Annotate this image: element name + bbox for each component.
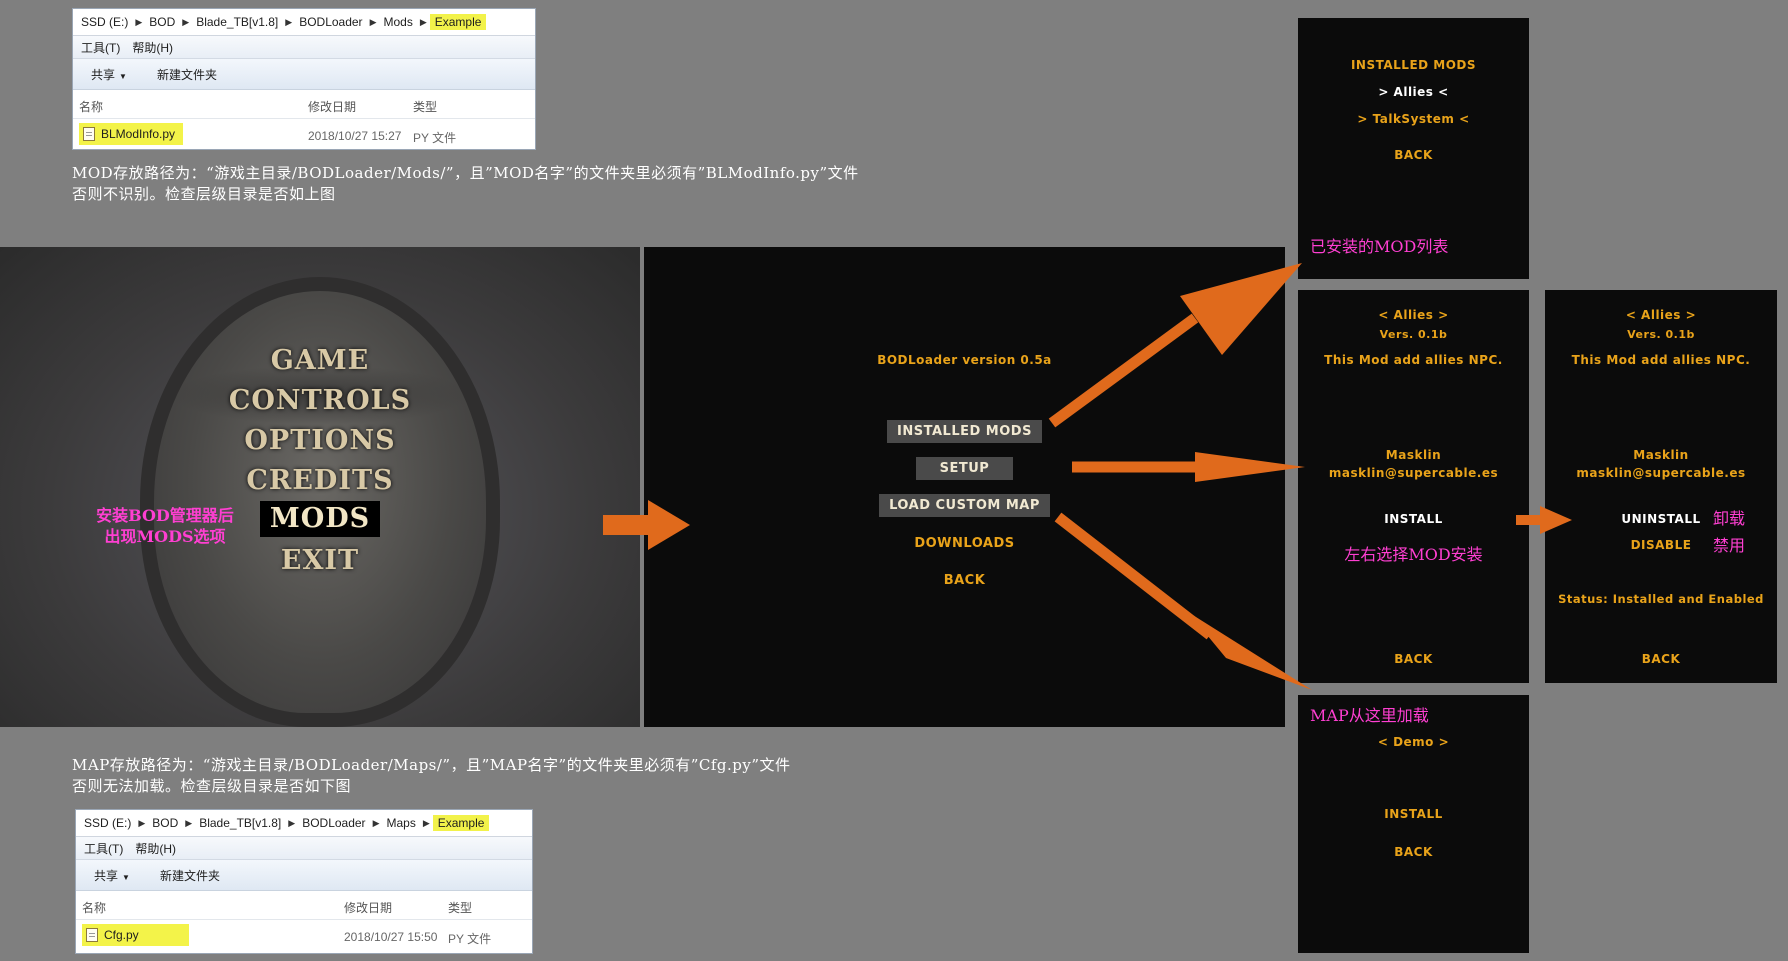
arrow-down-right-icon [1054,512,1312,690]
arrow-up-right-icon [1048,263,1302,428]
arrow-right-icon [1516,506,1572,534]
arrow-right-icon [1072,452,1305,482]
flow-arrows [603,263,1572,690]
arrow-right-icon [603,500,690,550]
